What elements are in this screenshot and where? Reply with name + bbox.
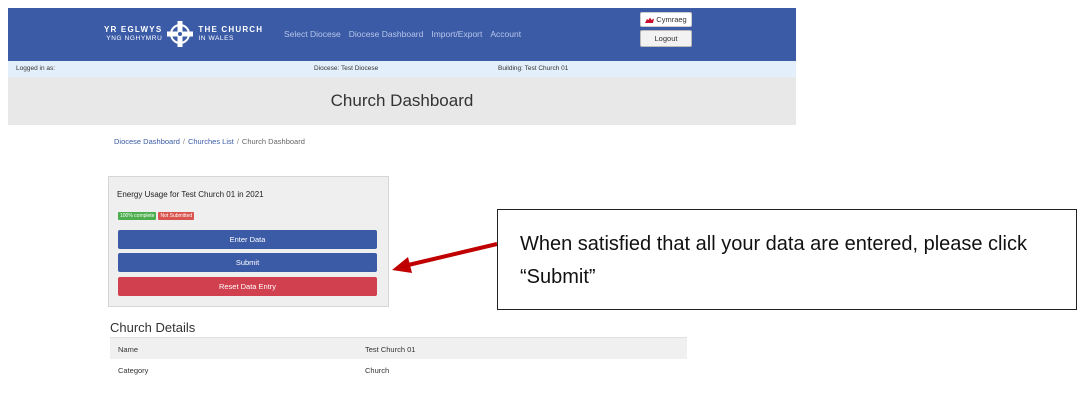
building-label: Building: Test Church 01 bbox=[498, 65, 569, 72]
language-toggle-label: Cymraeg bbox=[656, 15, 687, 24]
callout-text: When satisfied that all your data are en… bbox=[520, 233, 1027, 288]
breadcrumb-churches-list[interactable]: Churches List bbox=[188, 137, 234, 146]
breadcrumb-separator: / bbox=[236, 137, 239, 146]
logo-text-welsh-sub: YNG NGHYMRU bbox=[106, 35, 163, 42]
detail-key-category: Category bbox=[118, 366, 149, 375]
page-title: Church Dashboard bbox=[330, 91, 474, 110]
energy-usage-title: Energy Usage for Test Church 01 in 2021 bbox=[117, 190, 264, 199]
status-infobar: Logged in as: Diocese: Test Diocese Buil… bbox=[8, 61, 796, 77]
instruction-callout: When satisfied that all your data are en… bbox=[497, 209, 1077, 310]
nav-select-diocese[interactable]: Select Diocese bbox=[284, 29, 341, 39]
church-details-table: Name Test Church 01 Category Church bbox=[110, 337, 687, 380]
top-navbar: YR EGLWYS YNG NGHYMRU THE CHURCH IN WALE… bbox=[8, 8, 796, 61]
welsh-dragon-icon bbox=[645, 17, 655, 23]
church-in-wales-logo[interactable]: YR EGLWYS YNG NGHYMRU THE CHURCH IN WALE… bbox=[104, 18, 263, 50]
main-nav: Select Diocese Diocese Dashboard Import/… bbox=[284, 29, 529, 39]
nav-import-export[interactable]: Import/Export bbox=[431, 29, 482, 39]
celtic-cross-icon bbox=[167, 21, 194, 47]
breadcrumb-current: Church Dashboard bbox=[241, 137, 305, 146]
completion-badge: 100% complete bbox=[118, 212, 157, 220]
logo-text-english-sub: IN WALES bbox=[198, 35, 234, 42]
table-row: Category Church bbox=[110, 359, 687, 380]
submission-status-badge: Not Submitted bbox=[158, 212, 195, 220]
breadcrumb-diocese-dashboard[interactable]: Diocese Dashboard bbox=[114, 137, 180, 146]
logo-text-english: THE CHURCH bbox=[198, 25, 264, 34]
logout-button[interactable]: Logout bbox=[640, 30, 692, 47]
energy-usage-card: Energy Usage for Test Church 01 in 2021 … bbox=[108, 176, 389, 307]
nav-account[interactable]: Account bbox=[490, 29, 521, 39]
enter-data-button[interactable]: Enter Data bbox=[118, 230, 377, 249]
reset-data-entry-button[interactable]: Reset Data Entry bbox=[118, 277, 377, 296]
nav-diocese-dashboard[interactable]: Diocese Dashboard bbox=[349, 29, 424, 39]
page-title-bar: Church Dashboard bbox=[8, 77, 796, 125]
callout-arrow-icon bbox=[392, 242, 498, 273]
breadcrumb-separator: / bbox=[182, 137, 185, 146]
language-toggle-button[interactable]: Cymraeg bbox=[640, 12, 692, 27]
table-row: Name Test Church 01 bbox=[110, 337, 687, 359]
breadcrumb: Diocese Dashboard / Churches List / Church D… bbox=[114, 137, 305, 146]
logged-in-label: Logged in as: bbox=[16, 65, 56, 72]
detail-value-name: Test Church 01 bbox=[365, 345, 416, 354]
detail-key-name: Name bbox=[118, 345, 139, 354]
logo-text-welsh: YR EGLWYS bbox=[104, 25, 163, 34]
diocese-label: Diocese: Test Diocese bbox=[314, 65, 379, 72]
detail-value-category: Church bbox=[365, 366, 390, 375]
submit-button[interactable]: Submit bbox=[118, 253, 377, 272]
church-details-heading: Church Details bbox=[110, 320, 196, 335]
